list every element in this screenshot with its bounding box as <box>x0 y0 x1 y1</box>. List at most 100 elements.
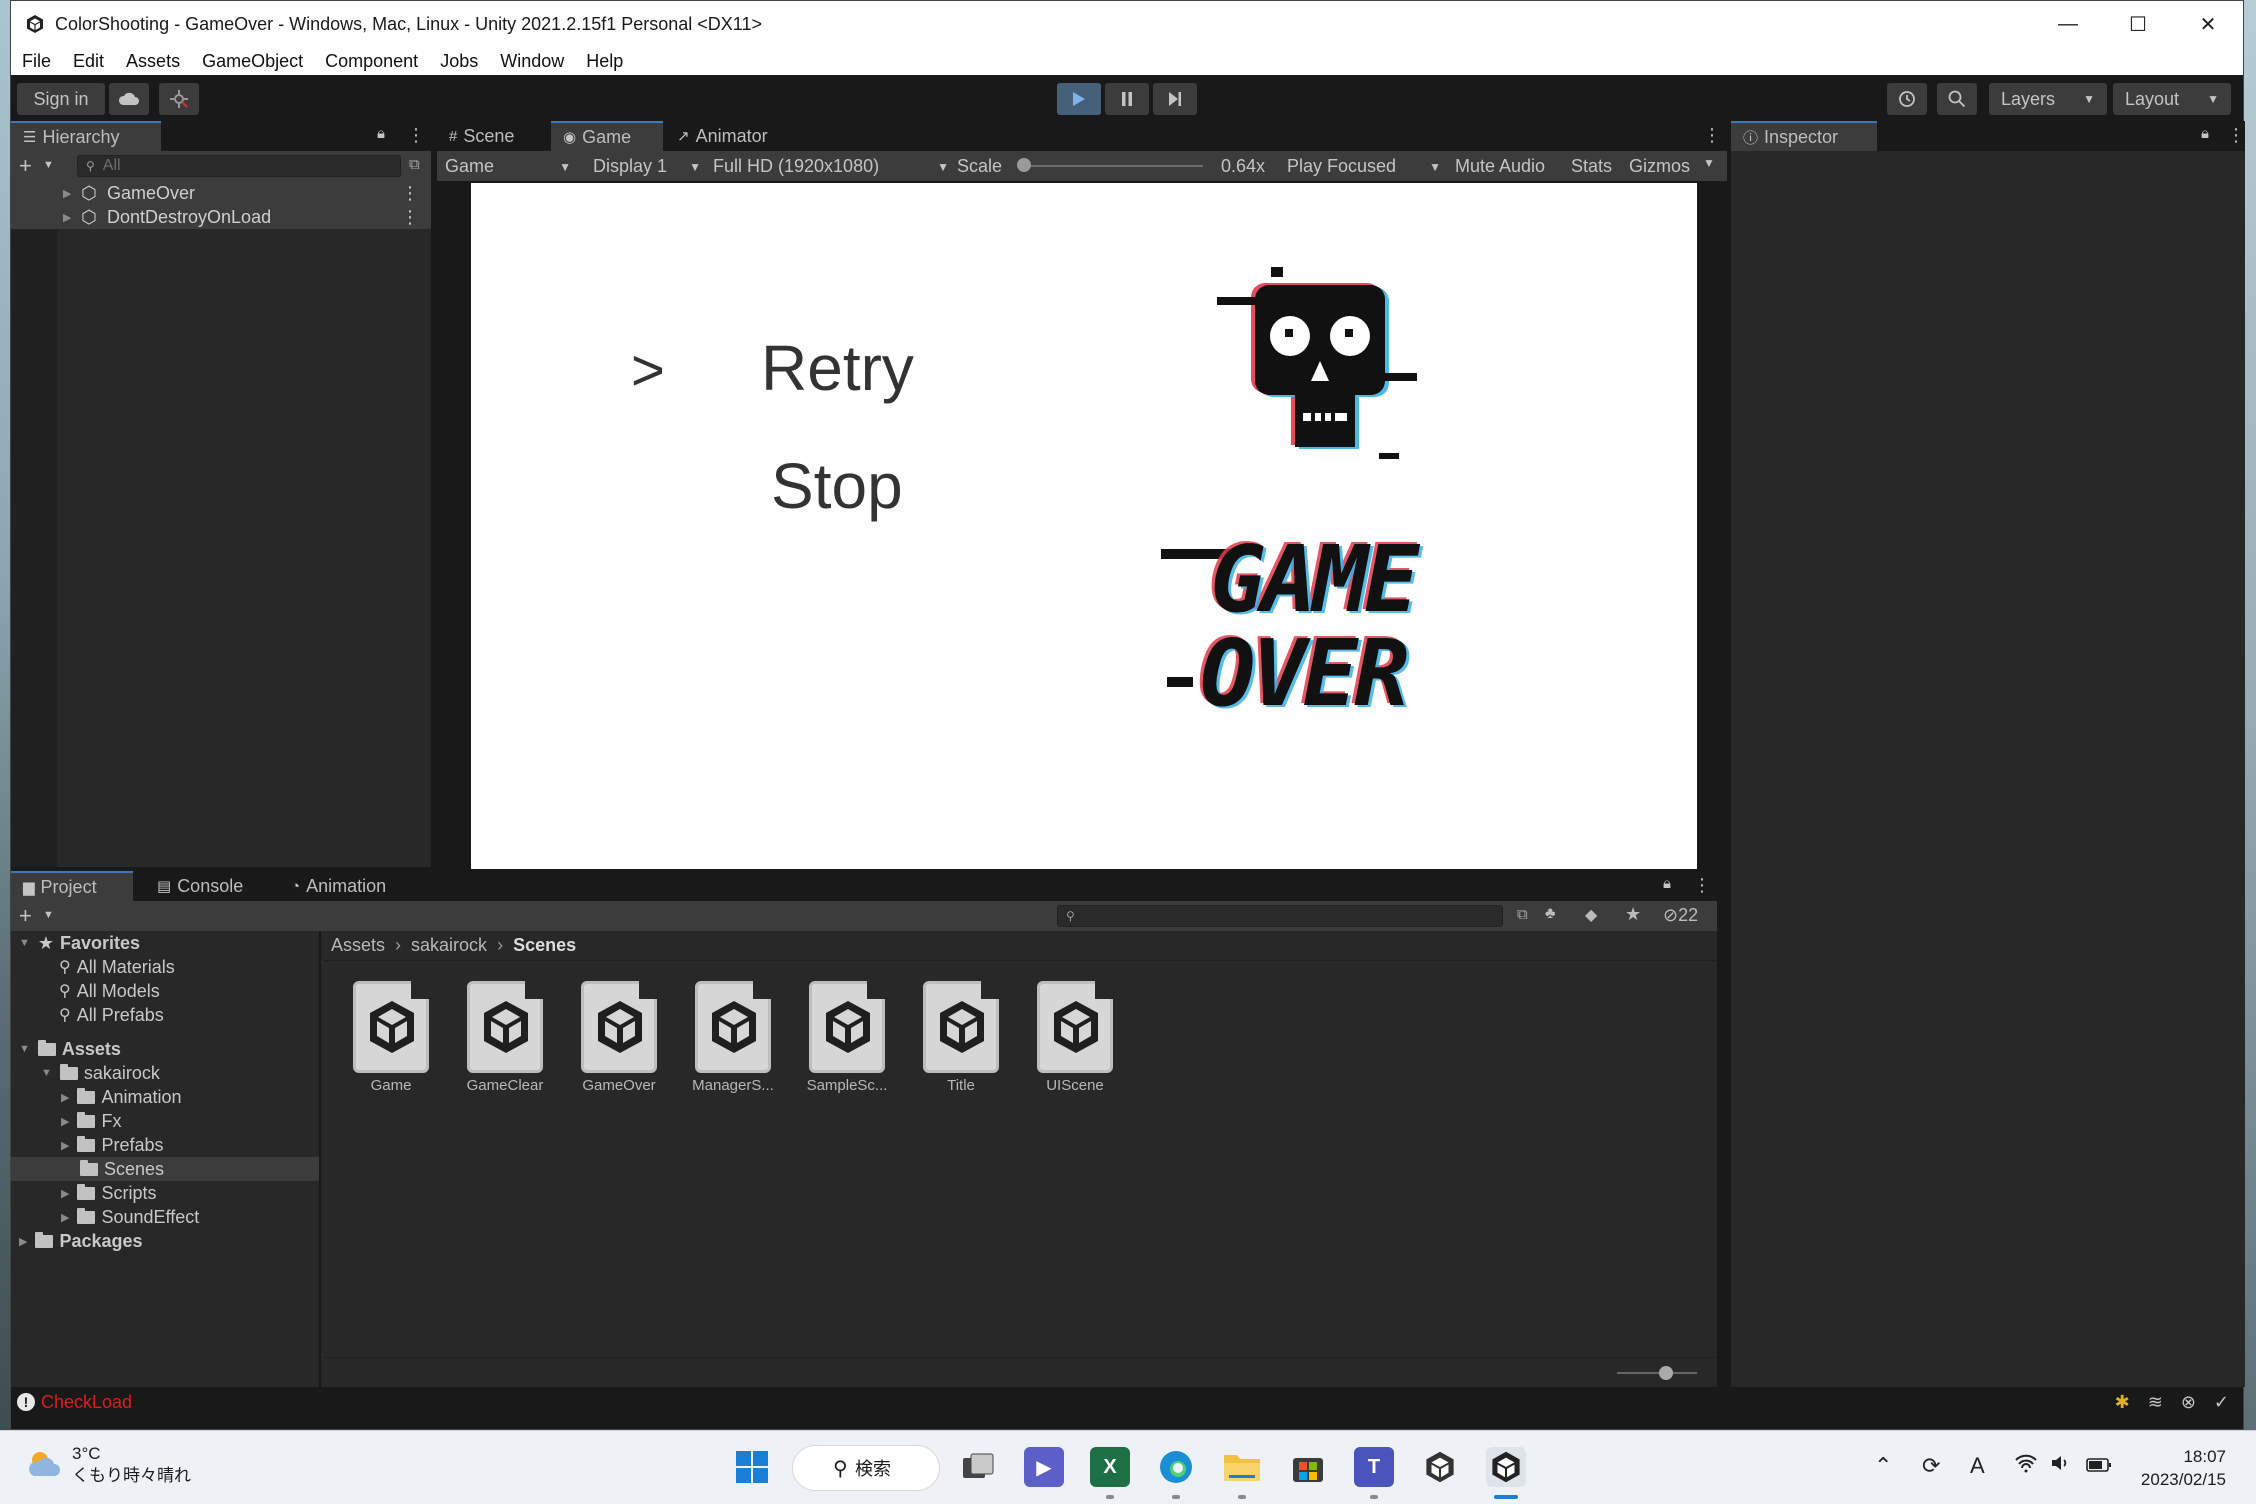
tab-hierarchy[interactable]: ☰ Hierarchy <box>11 121 161 151</box>
excel-app[interactable]: X <box>1090 1447 1130 1487</box>
hierarchy-item-dontdestroyonload[interactable]: ▶ ⬡ DontDestroyOnLoad ⋮ <box>11 205 431 229</box>
system-clock[interactable]: 18:07 2023/02/15 <box>2141 1445 2226 1491</box>
create-plus-icon[interactable]: + <box>19 903 32 929</box>
status-error-message[interactable]: CheckLoad <box>41 1392 132 1413</box>
tree-sakairock[interactable]: ▼ sakairock <box>41 1061 160 1085</box>
taskbar-search-box[interactable]: ⚲ 検索 <box>792 1445 940 1491</box>
tree-assets[interactable]: ▼ Assets <box>19 1037 121 1061</box>
breadcrumb-item[interactable]: Assets <box>331 935 385 956</box>
more-options-icon[interactable]: ⋮ <box>1703 125 1721 146</box>
more-options-icon[interactable]: ⋮ <box>2227 125 2245 146</box>
checkmark-icon[interactable]: ✓ <box>2214 1392 2229 1413</box>
scale-slider-track[interactable] <box>1023 165 1203 167</box>
hierarchy-search-input[interactable]: ⚲ All <box>77 155 401 177</box>
expand-arrow-icon[interactable]: ▼ <box>19 1043 30 1055</box>
close-button[interactable]: ✕ <box>2173 1 2243 47</box>
auto-generate-lighting-icon[interactable]: ⊗ <box>2181 1392 2196 1413</box>
sync-icon[interactable]: ⟳ <box>1922 1453 1940 1479</box>
chevron-down-icon[interactable]: ▼ <box>43 909 54 921</box>
expand-arrow-icon[interactable]: ▶ <box>61 1091 69 1104</box>
lock-icon[interactable]: 🔒︎ <box>2201 125 2209 142</box>
play-button[interactable] <box>1057 83 1101 115</box>
tab-scene[interactable]: # Scene <box>437 121 549 151</box>
game-view-dropdown[interactable]: Game ▼ <box>445 156 571 177</box>
scene-asset[interactable]: GameOver <box>551 981 661 1094</box>
menu-edit[interactable]: Edit <box>62 51 115 72</box>
lock-icon[interactable]: 🔒︎ <box>1663 875 1671 892</box>
minimize-button[interactable]: — <box>2033 1 2103 47</box>
tree-favorite-all-materials[interactable]: ⚲ All Materials <box>59 955 175 979</box>
volume-icon[interactable] <box>2050 1453 2072 1479</box>
project-search-input[interactable]: ⚲ <box>1057 905 1503 927</box>
chevron-down-icon[interactable]: ▼ <box>43 159 54 171</box>
tab-animation[interactable]: ◔ Animation <box>279 871 419 901</box>
menu-help[interactable]: Help <box>575 51 634 72</box>
tree-folder-animation[interactable]: ▶ Animation <box>61 1085 182 1109</box>
layers-dropdown[interactable]: Layers ▼ <box>1989 83 2107 115</box>
ime-mode-indicator[interactable]: A <box>1970 1453 1985 1479</box>
search-button[interactable] <box>1937 83 1977 115</box>
more-options-icon[interactable]: ⋮ <box>401 183 419 204</box>
tree-folder-fx[interactable]: ▶ Fx <box>61 1109 121 1133</box>
more-options-icon[interactable]: ⋮ <box>1693 875 1711 896</box>
teams-chat-app[interactable]: ▶ <box>1024 1447 1064 1487</box>
menu-assets[interactable]: Assets <box>115 51 191 72</box>
tab-animator[interactable]: ↗ Animator <box>665 121 795 151</box>
scene-asset[interactable]: GameClear <box>437 981 547 1094</box>
resolution-dropdown[interactable]: Full HD (1920x1080) ▼ <box>713 156 949 177</box>
cloud-button[interactable] <box>109 83 149 115</box>
sign-in-button[interactable]: Sign in <box>17 83 105 115</box>
scene-search-icon[interactable]: ⧉ <box>409 156 420 173</box>
menu-component[interactable]: Component <box>314 51 429 72</box>
stats-toggle[interactable]: Stats <box>1571 156 1612 177</box>
file-explorer-app[interactable] <box>1222 1447 1262 1487</box>
game-screen[interactable]: > Retry Stop GAME GAME GAME OVER OVER OV… <box>471 183 1697 869</box>
cache-server-icon[interactable]: ≋ <box>2148 1392 2163 1413</box>
icon-size-slider-knob[interactable] <box>1659 1366 1673 1380</box>
expand-arrow-icon[interactable]: ▶ <box>61 1115 69 1128</box>
layout-dropdown[interactable]: Layout ▼ <box>2113 83 2231 115</box>
hierarchy-item-gameover[interactable]: ▶ ⬡ GameOver ⋮ <box>11 181 431 205</box>
filter-type-icon[interactable]: ♣ <box>1545 905 1556 923</box>
show-hidden-icons-chevron-icon[interactable]: ⌃ <box>1874 1453 1892 1479</box>
favorite-star-icon[interactable]: ★ <box>1625 904 1641 925</box>
tree-packages[interactable]: ▶ Packages <box>19 1229 143 1253</box>
microsoft-store-app[interactable] <box>1288 1447 1328 1487</box>
tree-favorite-all-prefabs[interactable]: ⚲ All Prefabs <box>59 1003 164 1027</box>
weather-widget[interactable]: 3°C くもり時々晴れ <box>26 1443 191 1487</box>
tree-favorite-all-models[interactable]: ⚲ All Models <box>59 979 160 1003</box>
start-button[interactable] <box>732 1447 772 1487</box>
tab-game[interactable]: ◉ Game <box>551 121 663 151</box>
tree-folder-prefabs[interactable]: ▶ Prefabs <box>61 1133 164 1157</box>
more-options-icon[interactable]: ⋮ <box>401 207 419 228</box>
expand-arrow-icon[interactable]: ▶ <box>63 187 71 200</box>
teams-app[interactable]: T <box>1354 1447 1394 1487</box>
expand-arrow-icon[interactable]: ▼ <box>19 937 30 949</box>
tree-folder-scripts[interactable]: ▶ Scripts <box>61 1181 156 1205</box>
more-options-icon[interactable]: ⋮ <box>407 125 425 146</box>
menu-jobs[interactable]: Jobs <box>429 51 489 72</box>
scene-asset[interactable]: UIScene <box>1007 981 1117 1094</box>
expand-arrow-icon[interactable]: ▶ <box>63 211 71 224</box>
stop-option[interactable]: Stop <box>771 449 903 523</box>
expand-arrow-icon[interactable]: ▶ <box>61 1211 69 1224</box>
search-by-scene-icon[interactable]: ⧉ <box>1517 906 1528 923</box>
retry-option[interactable]: Retry <box>761 331 914 405</box>
breadcrumb-item[interactable]: sakairock <box>411 935 487 956</box>
wifi-icon[interactable] <box>2014 1453 2038 1479</box>
tab-console[interactable]: ▤ Console <box>145 871 269 901</box>
gizmos-dropdown-arrow-icon[interactable]: ▼ <box>1703 156 1715 170</box>
scene-asset[interactable]: ManagerS... <box>665 981 775 1094</box>
lock-icon[interactable]: 🔒︎ <box>377 125 385 142</box>
expand-arrow-icon[interactable]: ▼ <box>41 1067 52 1079</box>
task-view-button[interactable] <box>958 1447 998 1487</box>
tab-project[interactable]: ▆ Project <box>11 871 133 901</box>
maximize-button[interactable]: ☐ <box>2103 1 2173 47</box>
tab-inspector[interactable]: ⓘ Inspector <box>1731 121 1877 151</box>
collab-button[interactable] <box>159 83 199 115</box>
scene-asset[interactable]: SampleSc... <box>779 981 889 1094</box>
expand-arrow-icon[interactable]: ▶ <box>61 1139 69 1152</box>
breadcrumb-current[interactable]: Scenes <box>513 935 576 956</box>
pause-button[interactable] <box>1105 83 1149 115</box>
tree-folder-scenes[interactable]: Scenes <box>11 1157 319 1181</box>
